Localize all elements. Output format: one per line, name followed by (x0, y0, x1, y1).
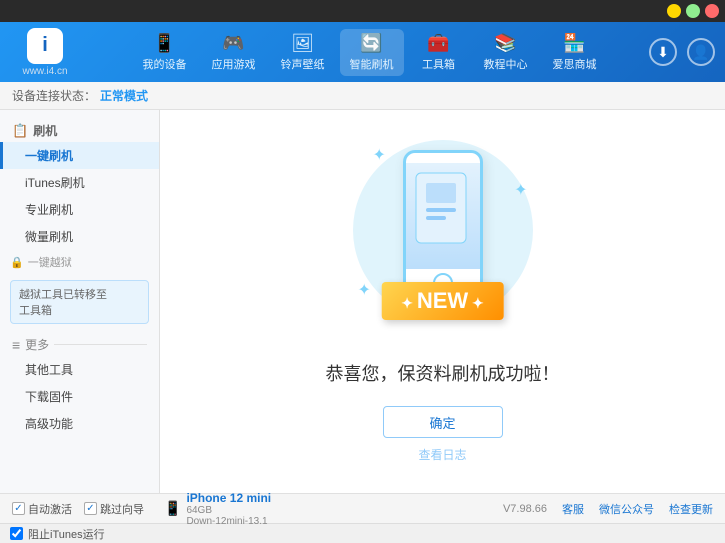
block-itunes-checkbox[interactable] (10, 527, 23, 540)
more-label: 更多 (25, 336, 49, 353)
nav-my-device[interactable]: 📱 我的设备 (133, 29, 197, 76)
sidebar-item-advanced[interactable]: 高级功能 (0, 410, 159, 437)
close-btn[interactable] (705, 4, 719, 18)
micro-label: 微量刷机 (25, 230, 73, 244)
download-firmware-label: 下载固件 (25, 390, 73, 404)
block-itunes-label: 阻止iTunes运行 (28, 526, 105, 542)
nav-items: 📱 我的设备 🎮 应用游戏 🖼 铃声壁纸 🔄 智能刷机 🧰 工具箱 📚 教程中心… (100, 29, 639, 76)
sparkle-2: ✦ (514, 180, 527, 200)
device-info-area: 📱 iPhone 12 mini 64GB Down-12mini-13.1 (164, 491, 483, 527)
my-device-label: 我的设备 (143, 56, 187, 72)
status-value: 正常模式 (100, 87, 148, 104)
title-bar (0, 0, 725, 22)
nav-flash[interactable]: 🔄 智能刷机 (340, 29, 404, 76)
sidebar-item-itunes[interactable]: iTunes刷机 (0, 169, 159, 196)
device-details: iPhone 12 mini 64GB Down-12mini-13.1 (186, 491, 271, 527)
sidebar-group-more: ≡ 更多 (0, 330, 159, 356)
flash-group-icon: 📋 (12, 123, 28, 139)
new-badge: NEW (381, 282, 504, 320)
shop-label: 爱思商城 (553, 56, 597, 72)
view-log-link[interactable]: 查看日志 (418, 446, 466, 463)
apps-label: 应用游戏 (212, 56, 256, 72)
nav-apps[interactable]: 🎮 应用游戏 (202, 29, 266, 76)
flash-icon: 🔄 (360, 33, 382, 54)
app-logo: i www.i4.cn (10, 28, 80, 77)
auto-activate-label: 自动激活 (28, 501, 72, 517)
phone-illustration: ✦ ✦ ✦ NEW (343, 140, 543, 340)
itunes-label: iTunes刷机 (25, 176, 85, 190)
sidebar-item-micro[interactable]: 微量刷机 (0, 223, 159, 250)
bottom-right-area: V7.98.66 客服 微信公众号 检查更新 (503, 501, 713, 517)
onekey-label: 一键刷机 (25, 149, 73, 163)
success-message: 恭喜您，保资料刷机成功啦！ (326, 360, 560, 386)
sidebar-item-other-tools[interactable]: 其他工具 (0, 356, 159, 383)
checkboxes-area: ✓ 自动激活 ✓ 跳过向导 (12, 501, 144, 517)
skip-guide-label: 跳过向导 (100, 501, 144, 517)
sidebar-item-download-firmware[interactable]: 下载固件 (0, 383, 159, 410)
phone-graphic (403, 150, 483, 300)
content-area: ✦ ✦ ✦ NEW 恭喜您，保资料刷机成功啦！ 确定 (160, 110, 725, 493)
device-capacity: 64GB (186, 505, 271, 516)
apps-icon: 🎮 (222, 33, 244, 54)
sidebar: 📋 刷机 一键刷机 iTunes刷机 专业刷机 微量刷机 🔒 一键越狱 越狱工具… (0, 110, 160, 493)
phone-screen (406, 163, 480, 269)
tools-icon: 🧰 (427, 33, 449, 54)
sparkle-1: ✦ (373, 145, 386, 165)
nav-wallpaper[interactable]: 🖼 铃声壁纸 (271, 29, 335, 76)
tutorial-icon: 📚 (494, 33, 516, 54)
device-firmware: Down-12mini-13.1 (186, 516, 271, 527)
sidebar-group-flash: 📋 刷机 (0, 116, 159, 142)
sparkle-3: ✦ (358, 280, 371, 300)
nav-tutorial[interactable]: 📚 教程中心 (474, 29, 538, 76)
other-tools-label: 其他工具 (25, 363, 73, 377)
tutorial-label: 教程中心 (484, 56, 528, 72)
minimize-btn[interactable] (667, 4, 681, 18)
check-update-link[interactable]: 检查更新 (669, 501, 713, 517)
status-label: 设备连接状态： (12, 87, 96, 104)
auto-activate-checkbox-box[interactable]: ✓ (12, 502, 25, 515)
restore-btn[interactable] (686, 4, 700, 18)
wallpaper-icon: 🖼 (291, 33, 314, 54)
user-icon: 👤 (692, 44, 709, 61)
confirm-button[interactable]: 确定 (383, 406, 503, 438)
more-icon: ≡ (12, 337, 20, 353)
lock-icon: 🔒 (10, 256, 24, 269)
shop-icon: 🏪 (563, 33, 585, 54)
tools-label: 工具箱 (422, 56, 455, 72)
status-bar: 设备连接状态： 正常模式 (0, 82, 725, 110)
pro-label: 专业刷机 (25, 203, 73, 217)
jailbreak-label: 🔒 一键越狱 (0, 250, 159, 274)
bottom-bar: ✓ 自动激活 ✓ 跳过向导 📱 iPhone 12 mini 64GB Down… (0, 493, 725, 523)
nav-shop[interactable]: 🏪 爱思商城 (543, 29, 607, 76)
flash-label: 智能刷机 (350, 56, 394, 72)
device-phone-icon: 📱 (164, 500, 181, 517)
logo-text: www.i4.cn (22, 66, 67, 77)
flash-group-label: 刷机 (33, 122, 57, 139)
nav-right-buttons: ⬇ 👤 (649, 38, 715, 66)
skip-guide-checkbox-box[interactable]: ✓ (84, 502, 97, 515)
wallpaper-label: 铃声壁纸 (281, 56, 325, 72)
advanced-label: 高级功能 (25, 417, 73, 431)
skip-guide-checkbox[interactable]: ✓ 跳过向导 (84, 501, 144, 517)
download-icon: ⬇ (657, 44, 669, 61)
sidebar-item-pro[interactable]: 专业刷机 (0, 196, 159, 223)
version-label: V7.98.66 (503, 503, 547, 515)
jailbreak-notice: 越狱工具已转移至工具箱 (10, 280, 149, 324)
my-device-icon: 📱 (153, 33, 175, 54)
auto-activate-checkbox[interactable]: ✓ 自动激活 (12, 501, 72, 517)
main-layout: 📋 刷机 一键刷机 iTunes刷机 专业刷机 微量刷机 🔒 一键越狱 越狱工具… (0, 110, 725, 493)
customer-service-link[interactable]: 客服 (562, 501, 584, 517)
sidebar-item-onekey[interactable]: 一键刷机 (0, 142, 159, 169)
user-btn[interactable]: 👤 (687, 38, 715, 66)
notice-text: 越狱工具已转移至工具箱 (19, 289, 107, 317)
nav-tools[interactable]: 🧰 工具箱 (409, 29, 469, 76)
logo-icon: i (27, 28, 63, 64)
nav-bar: i www.i4.cn 📱 我的设备 🎮 应用游戏 🖼 铃声壁纸 🔄 智能刷机 … (0, 22, 725, 82)
download-btn[interactable]: ⬇ (649, 38, 677, 66)
wechat-link[interactable]: 微信公众号 (599, 501, 654, 517)
